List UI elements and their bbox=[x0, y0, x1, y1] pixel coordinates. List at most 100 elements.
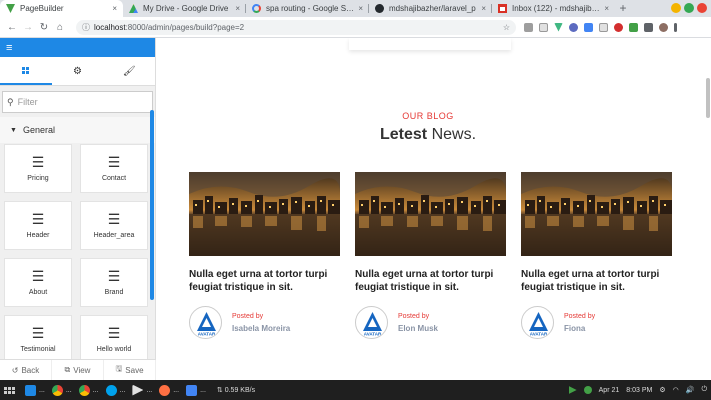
taskbar-app-postman[interactable]: ... bbox=[159, 384, 179, 396]
taskbar-app-skype[interactable]: ... bbox=[105, 384, 125, 396]
tab-pagebuilder[interactable]: PageBuilder × bbox=[0, 0, 123, 17]
tab-blocks[interactable] bbox=[0, 57, 52, 85]
minimize-window-icon[interactable] bbox=[671, 3, 681, 13]
address-bar[interactable]: ⓘ localhost:8000/admin/pages/build?page=… bbox=[76, 19, 516, 35]
tab-google-drive[interactable]: My Drive - Google Drive × bbox=[123, 0, 246, 17]
system-tray: Apr 21 8:03 PM ⚙ ◠ 🔊 ⏻ bbox=[568, 386, 707, 394]
blog-post-card[interactable]: Nulla eget urna at tortor turpi feugiat … bbox=[355, 172, 506, 339]
taskbar-app-label: ... bbox=[200, 386, 206, 394]
play-icon bbox=[132, 384, 144, 396]
back-button[interactable]: ↺ Back bbox=[0, 360, 52, 380]
network-speed-value: 0.59 KB/s bbox=[224, 387, 256, 394]
site-info-icon[interactable]: ⓘ bbox=[82, 22, 90, 33]
block-hello-world[interactable]: ☰ Hello world bbox=[80, 315, 148, 364]
clock-time[interactable]: 8:03 PM bbox=[626, 387, 652, 394]
new-tab-button[interactable]: + bbox=[615, 0, 631, 17]
close-window-icon[interactable] bbox=[697, 3, 707, 13]
maximize-window-icon[interactable] bbox=[684, 3, 694, 13]
ext-icon[interactable] bbox=[599, 22, 608, 32]
bookmark-star-icon[interactable]: ☆ bbox=[503, 23, 510, 32]
close-tab-icon[interactable]: × bbox=[112, 4, 117, 13]
sidebar-scrollbar[interactable] bbox=[150, 110, 154, 300]
avatar-logo-icon: AVATAR bbox=[525, 312, 552, 337]
author-avatar: AVATAR bbox=[521, 306, 554, 339]
taskbar-app-label: ... bbox=[146, 386, 153, 394]
skype-icon bbox=[105, 384, 117, 396]
block-label: Brand bbox=[104, 289, 124, 296]
search-icon: ⚲ bbox=[7, 96, 14, 107]
page-canvas: OUR BLOG Letest News. Nulla eget urna at… bbox=[156, 38, 711, 380]
blog-post-title[interactable]: Nulla eget urna at tortor turpi feugiat … bbox=[521, 268, 672, 294]
blog-post-title[interactable]: Nulla eget urna at tortor turpi feugiat … bbox=[355, 268, 506, 294]
taskbar-app-chrome[interactable]: ... bbox=[51, 384, 72, 396]
bars-icon: ☰ bbox=[31, 154, 45, 170]
tray-icon[interactable] bbox=[568, 386, 577, 394]
taskbar-app-media[interactable]: ... bbox=[132, 384, 153, 396]
profile-avatar[interactable] bbox=[659, 22, 668, 32]
block-contact[interactable]: ☰ Contact bbox=[80, 144, 148, 193]
blog-post-card[interactable]: Nulla eget urna at tortor turpi feugiat … bbox=[189, 172, 340, 339]
author-name: Fiona bbox=[564, 323, 586, 333]
canvas-scrollbar[interactable] bbox=[706, 78, 710, 118]
close-tab-icon[interactable]: × bbox=[481, 4, 486, 13]
tab-style[interactable]: 🖌 bbox=[103, 57, 155, 85]
reload-icon[interactable]: ↻ bbox=[36, 22, 52, 33]
heading-rest: News. bbox=[431, 126, 477, 143]
blog-post-title[interactable]: Nulla eget urna at tortor turpi feugiat … bbox=[189, 268, 340, 294]
save-icon: 🖫 bbox=[115, 364, 123, 373]
vue-devtools-icon[interactable] bbox=[554, 22, 563, 32]
tab-github[interactable]: mdshajibazher/laravel_p × bbox=[369, 0, 492, 17]
ext-icon[interactable] bbox=[584, 22, 593, 32]
tray-icon[interactable] bbox=[583, 386, 592, 394]
blog-post-card[interactable]: Nulla eget urna at tortor turpi feugiat … bbox=[521, 172, 672, 339]
clock-date[interactable]: Apr 21 bbox=[599, 387, 620, 394]
extensions-puzzle-icon[interactable] bbox=[644, 22, 653, 32]
chrome-icon bbox=[51, 384, 63, 396]
block-pricing[interactable]: ☰ Pricing bbox=[4, 144, 72, 193]
taskbar-app-vscode[interactable]: ... bbox=[25, 384, 45, 396]
ext-icon[interactable] bbox=[569, 22, 578, 32]
block-header-area[interactable]: ☰ Header_area bbox=[80, 201, 148, 250]
close-tab-icon[interactable]: × bbox=[604, 4, 609, 13]
close-tab-icon[interactable]: × bbox=[358, 4, 363, 13]
ext-icon[interactable] bbox=[539, 22, 548, 32]
camera-extension-icon[interactable] bbox=[524, 22, 533, 32]
app-grid-icon[interactable] bbox=[4, 386, 15, 394]
taskbar-app-files[interactable]: ... bbox=[186, 384, 206, 396]
paintbrush-icon: 🖌 bbox=[122, 65, 136, 77]
bars-icon: ☰ bbox=[107, 211, 121, 227]
tab-settings[interactable]: ⚙ bbox=[52, 57, 104, 85]
category-general[interactable]: ▼ General bbox=[0, 117, 155, 143]
wifi-icon[interactable]: ◠ bbox=[673, 386, 679, 394]
undo-icon: ↺ bbox=[11, 365, 19, 375]
document-icon bbox=[186, 384, 198, 396]
filter-input[interactable]: ⚲ Filter bbox=[2, 91, 153, 113]
grid-icon bbox=[22, 66, 30, 74]
power-icon[interactable]: ⏻ bbox=[701, 386, 707, 394]
blog-post-image bbox=[521, 172, 672, 256]
tab-gmail[interactable]: Inbox (122) - mdshajibazh × bbox=[492, 0, 615, 17]
close-tab-icon[interactable]: × bbox=[235, 4, 240, 13]
block-testimonial[interactable]: ☰ Testimonial bbox=[4, 315, 72, 364]
blog-post-author: AVATAR Posted by Isabela Moreira bbox=[189, 306, 340, 339]
ext-icon[interactable] bbox=[629, 22, 638, 32]
adblock-icon[interactable] bbox=[614, 22, 623, 32]
bars-icon: ☰ bbox=[107, 268, 121, 284]
forward-arrow-icon[interactable]: → bbox=[20, 22, 36, 33]
home-icon[interactable]: ⌂ bbox=[52, 22, 68, 33]
view-button[interactable]: ⧉ View bbox=[52, 360, 104, 380]
builder-sidebar: ≡ ⚙ 🖌 ⚲ Filter ▼ General ☰ Pricing ☰ Conta… bbox=[0, 38, 156, 380]
hamburger-menu-icon[interactable]: ≡ bbox=[6, 42, 12, 54]
volume-icon[interactable]: 🔊 bbox=[686, 386, 695, 394]
settings-tray-icon[interactable]: ⚙ bbox=[659, 386, 665, 394]
tab-google-search[interactable]: spa routing - Google Sea × bbox=[246, 0, 369, 17]
block-header[interactable]: ☰ Header bbox=[4, 201, 72, 250]
block-about[interactable]: ☰ About bbox=[4, 258, 72, 307]
block-brand[interactable]: ☰ Brand bbox=[80, 258, 148, 307]
back-arrow-icon[interactable]: ← bbox=[4, 22, 20, 33]
window-controls bbox=[671, 3, 707, 13]
taskbar-app-chrome[interactable]: ... bbox=[78, 384, 99, 396]
heading-bold: Letest bbox=[379, 126, 428, 143]
save-button[interactable]: 🖫 Save bbox=[104, 360, 156, 380]
menu-dots-icon[interactable] bbox=[674, 22, 677, 32]
